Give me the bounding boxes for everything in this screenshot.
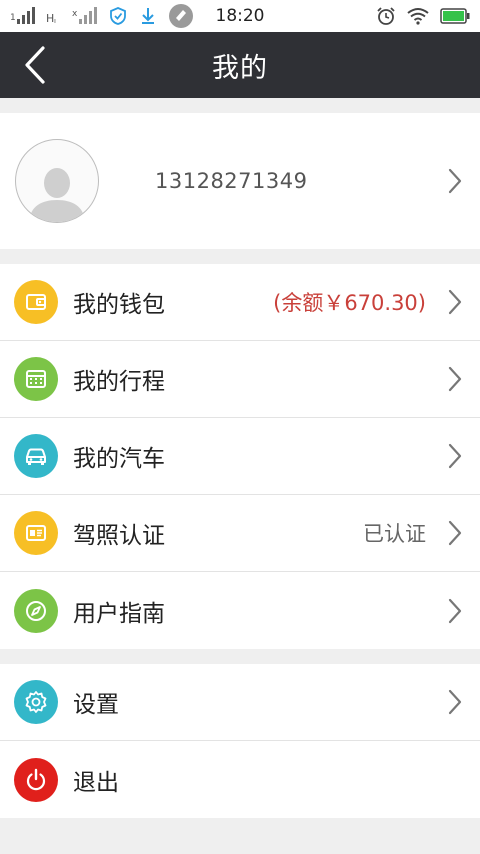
page-title: 我的 bbox=[212, 52, 268, 84]
profile-row[interactable]: 13128271349 bbox=[0, 113, 480, 249]
menu-label: 退出 bbox=[73, 769, 119, 796]
license-status: 已认证 bbox=[363, 522, 426, 546]
download-icon bbox=[142, 8, 154, 24]
chevron-right-icon bbox=[448, 168, 462, 194]
menu-label: 我的汽车 bbox=[73, 446, 165, 472]
user-silhouette-icon bbox=[29, 168, 85, 222]
avatar[interactable] bbox=[15, 139, 99, 223]
alarm-icon bbox=[377, 7, 395, 25]
chevron-right-icon bbox=[448, 598, 462, 623]
signal-2-icon: x bbox=[72, 7, 97, 24]
chevron-right-icon bbox=[448, 520, 462, 546]
app-notification-icon bbox=[169, 4, 193, 28]
menu-item-wallet[interactable]: 我的钱包 (余额￥670.30) bbox=[0, 264, 480, 341]
chevron-right-icon bbox=[448, 289, 462, 315]
compass-icon bbox=[14, 588, 58, 633]
back-arrow-icon bbox=[25, 46, 45, 84]
signal-icon: 1 bbox=[10, 7, 35, 24]
menu-item-logout[interactable]: 退出 bbox=[0, 741, 480, 818]
shield-icon bbox=[110, 7, 126, 25]
menu-label: 用户指南 bbox=[73, 600, 165, 627]
license-icon bbox=[14, 511, 58, 555]
row-chevron bbox=[448, 443, 462, 469]
wallet-icon bbox=[14, 280, 58, 324]
wallet-balance: (余额￥670.30) bbox=[273, 291, 426, 315]
section-gap bbox=[0, 98, 480, 113]
row-chevron bbox=[448, 520, 462, 546]
gear-icon bbox=[14, 680, 58, 724]
car-icon bbox=[14, 434, 58, 478]
svg-text:ı: ı bbox=[54, 17, 56, 25]
status-right bbox=[376, 6, 470, 26]
menu-label: 驾照认证 bbox=[73, 523, 165, 549]
menu-item-trips[interactable]: 我的行程 bbox=[0, 341, 480, 418]
back-button[interactable] bbox=[18, 45, 52, 85]
menu-list-secondary: 设置 退出 bbox=[0, 664, 480, 818]
menu-label: 设置 bbox=[73, 692, 119, 718]
menu-item-license[interactable]: 驾照认证 已认证 bbox=[0, 495, 480, 572]
section-gap bbox=[0, 249, 480, 264]
row-chevron bbox=[448, 598, 462, 624]
power-icon bbox=[14, 757, 58, 802]
chevron-right-icon bbox=[448, 443, 462, 469]
menu-label: 我的钱包 bbox=[73, 292, 165, 318]
row-chevron bbox=[448, 366, 462, 392]
status-left: 1 H ı x bbox=[10, 3, 194, 29]
svg-text:1: 1 bbox=[10, 13, 16, 23]
status-bar: 1 H ı x 18:20 bbox=[0, 0, 480, 32]
profile-chevron bbox=[448, 168, 462, 194]
menu-list: 我的钱包 (余额￥670.30) 我的行程 我的汽车 驾照认证 已认证 用户指南 bbox=[0, 264, 480, 649]
row-chevron bbox=[448, 689, 462, 715]
menu-item-car[interactable]: 我的汽车 bbox=[0, 418, 480, 495]
chevron-right-icon bbox=[448, 689, 462, 715]
menu-item-guide[interactable]: 用户指南 bbox=[0, 572, 480, 649]
network-type-icon: H ı bbox=[46, 12, 56, 25]
svg-text:x: x bbox=[72, 9, 78, 19]
title-bar: 我的 bbox=[0, 32, 480, 98]
phone-number: 13128271349 bbox=[155, 169, 308, 193]
section-gap bbox=[0, 649, 480, 664]
menu-label: 我的行程 bbox=[73, 369, 165, 395]
wifi-icon bbox=[407, 8, 429, 25]
menu-item-settings[interactable]: 设置 bbox=[0, 664, 480, 741]
battery-icon bbox=[440, 8, 470, 24]
calendar-icon bbox=[14, 357, 58, 401]
chevron-right-icon bbox=[448, 366, 462, 392]
row-chevron bbox=[448, 289, 462, 315]
